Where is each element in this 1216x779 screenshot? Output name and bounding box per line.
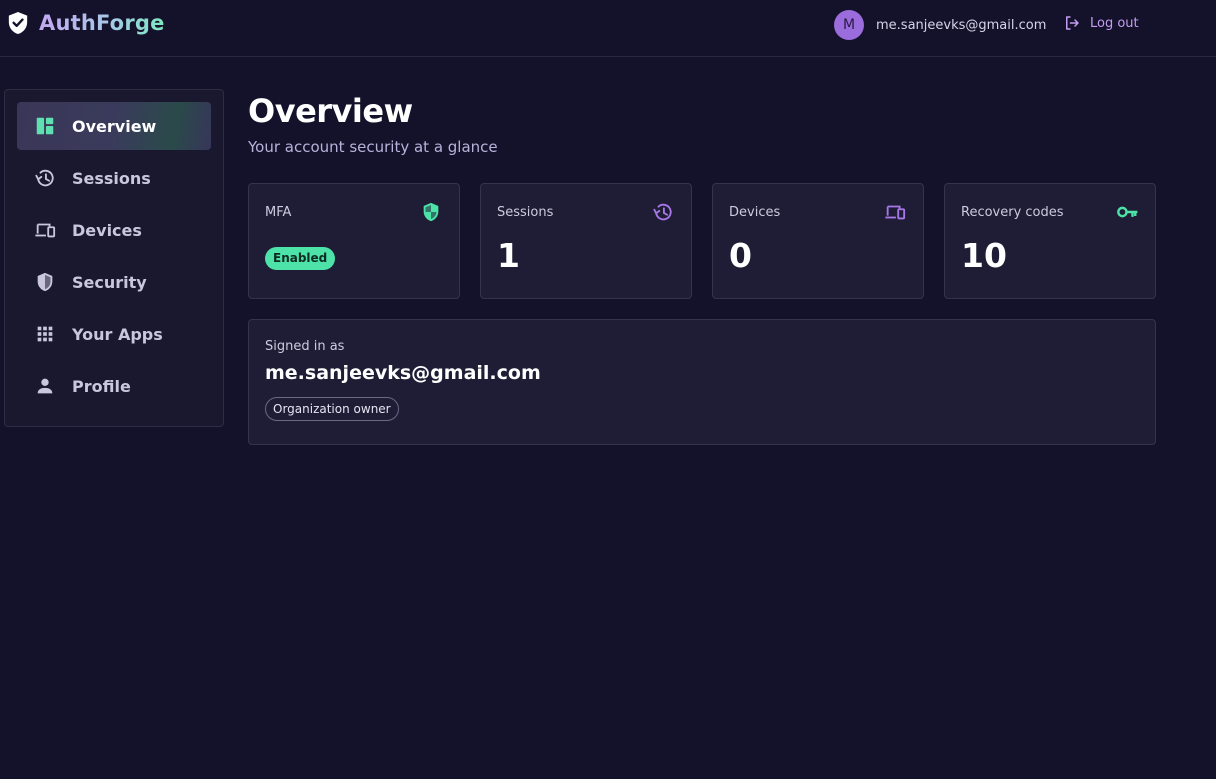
sidebar-item-security[interactable]: Security bbox=[17, 258, 211, 306]
sidebar-item-label: Sessions bbox=[72, 168, 151, 188]
sidebar-item-your-apps[interactable]: Your Apps bbox=[17, 310, 211, 358]
sidebar-item-sessions[interactable]: Sessions bbox=[17, 154, 211, 202]
sidebar-item-label: Security bbox=[72, 272, 147, 292]
sidebar-item-overview[interactable]: Overview bbox=[17, 102, 211, 150]
brand-name: AuthForge bbox=[39, 11, 165, 35]
card-label: Recovery codes bbox=[961, 205, 1064, 220]
signed-in-card: Signed in as me.sanjeevks@gmail.com Orga… bbox=[248, 319, 1156, 445]
logout-label: Log out bbox=[1090, 15, 1139, 31]
role-badge: Organization owner bbox=[265, 397, 399, 421]
brand[interactable]: AuthForge bbox=[7, 11, 165, 35]
sidebar-item-label: Overview bbox=[72, 116, 157, 136]
sidebar-item-label: Profile bbox=[72, 376, 131, 396]
logout-button[interactable]: Log out bbox=[1063, 14, 1139, 32]
top-bar: AuthForge M me.sanjeevks@gmail.com Log o… bbox=[0, 0, 1216, 57]
avatar: M bbox=[834, 10, 864, 40]
shield-icon bbox=[37, 272, 53, 292]
signed-in-email: me.sanjeevks@gmail.com bbox=[265, 362, 541, 384]
signed-in-label: Signed in as bbox=[265, 339, 345, 354]
recovery-codes-card: Recovery codes 10 bbox=[944, 183, 1156, 299]
sidebar-item-devices[interactable]: Devices bbox=[17, 206, 211, 254]
sidebar: Overview Sessions Devices Security Your bbox=[4, 89, 224, 427]
user-menu[interactable]: M me.sanjeevks@gmail.com bbox=[834, 10, 1046, 40]
card-label: Devices bbox=[729, 205, 781, 220]
devices-icon bbox=[884, 201, 906, 223]
sidebar-item-profile[interactable]: Profile bbox=[17, 362, 211, 410]
page-subtitle: Your account security at a glance bbox=[248, 138, 498, 156]
apps-grid-icon bbox=[37, 326, 53, 342]
shield-check-icon bbox=[8, 12, 28, 34]
history-icon bbox=[35, 169, 54, 187]
status-badge: Enabled bbox=[265, 247, 336, 270]
key-icon bbox=[1116, 201, 1138, 223]
sessions-card: Sessions 1 bbox=[480, 183, 692, 299]
devices-icon bbox=[35, 223, 56, 238]
sidebar-item-label: Devices bbox=[72, 220, 142, 240]
mfa-card: MFA Enabled bbox=[248, 183, 460, 299]
dashboard-icon bbox=[36, 117, 54, 135]
shield-check-icon bbox=[420, 201, 442, 223]
history-icon bbox=[652, 201, 674, 223]
card-label: Sessions bbox=[497, 205, 554, 220]
user-email: me.sanjeevks@gmail.com bbox=[876, 17, 1047, 33]
card-value: 10 bbox=[961, 236, 1007, 275]
card-value: 0 bbox=[729, 236, 752, 275]
logout-icon bbox=[1066, 16, 1079, 30]
devices-card: Devices 0 bbox=[712, 183, 924, 299]
card-label: MFA bbox=[265, 205, 292, 220]
person-icon bbox=[37, 378, 53, 394]
card-value: 1 bbox=[497, 236, 520, 275]
page-title: Overview bbox=[248, 92, 413, 130]
sidebar-item-label: Your Apps bbox=[72, 324, 163, 344]
